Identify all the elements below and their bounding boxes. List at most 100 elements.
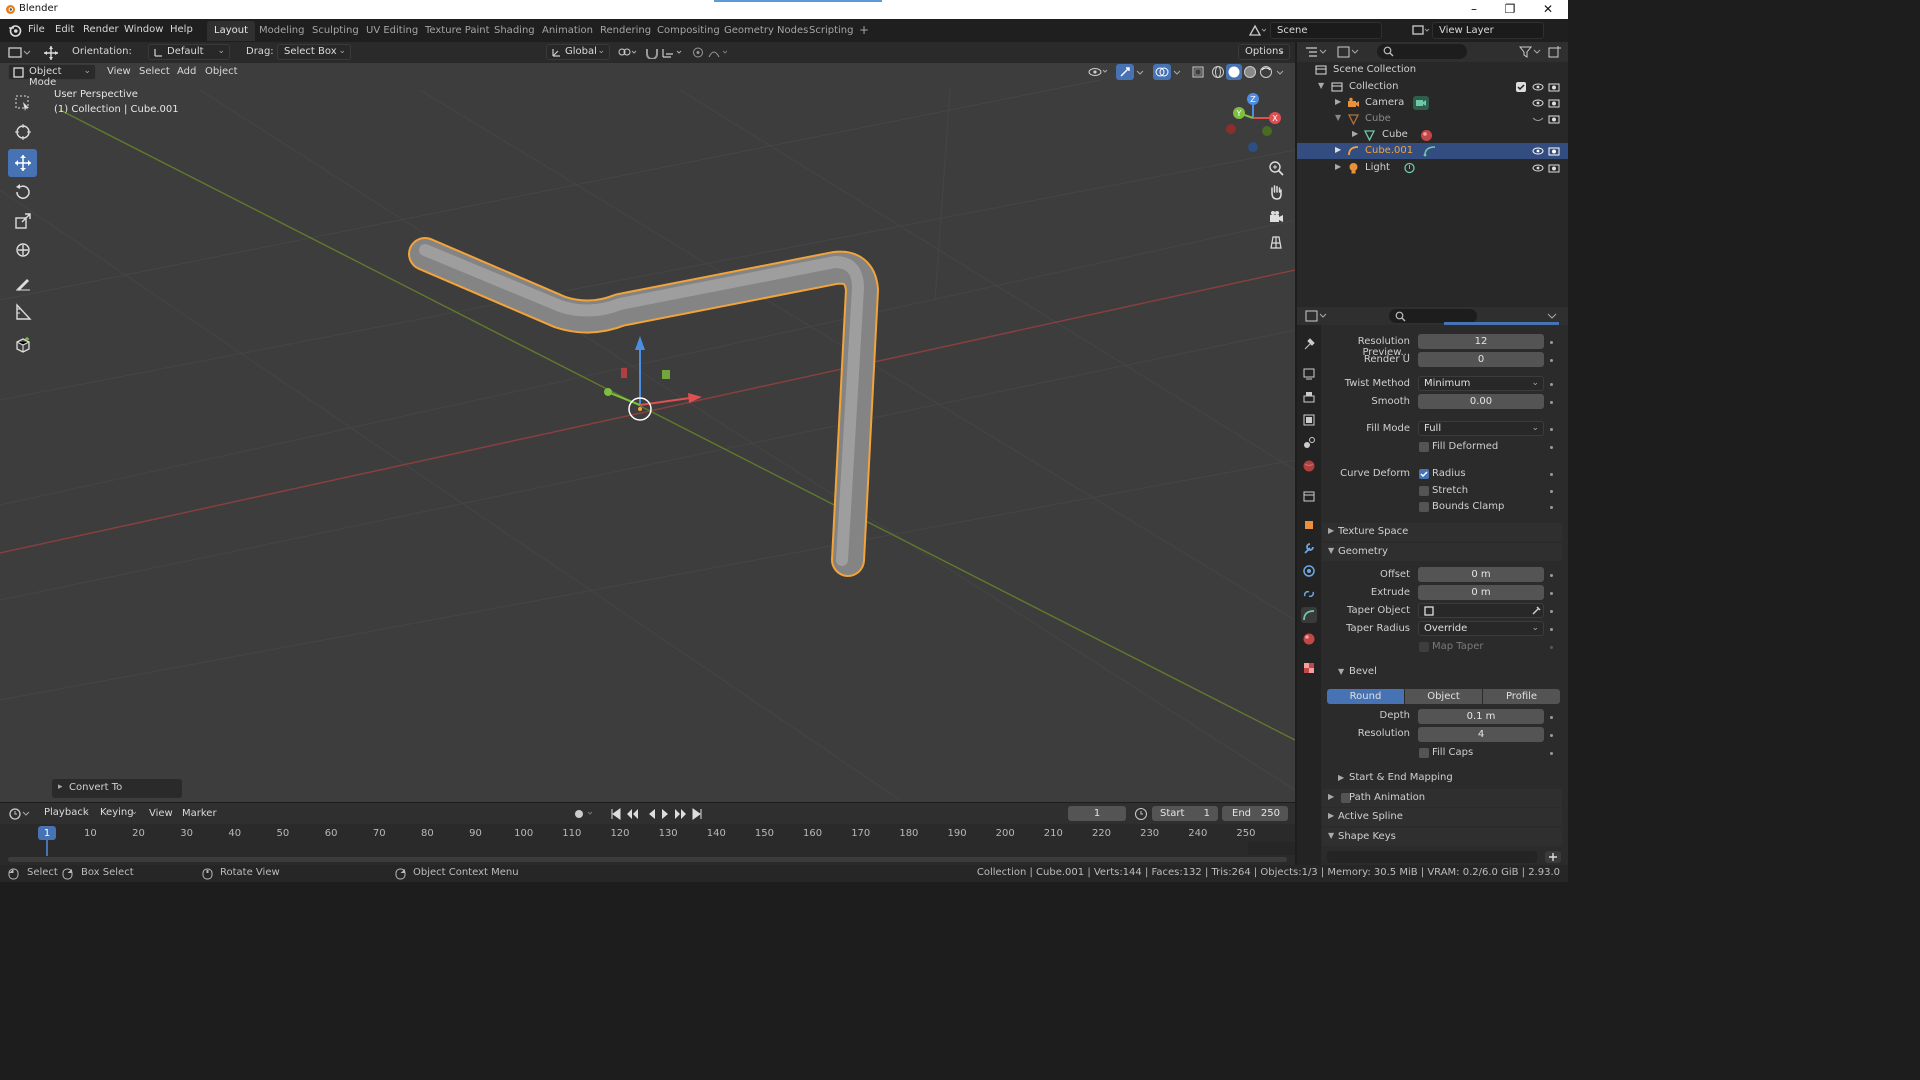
tab-modifiers[interactable] bbox=[1301, 540, 1317, 556]
proportional-edit-icon[interactable] bbox=[692, 46, 704, 59]
outliner-row-light[interactable]: ▶ Light bbox=[1297, 160, 1568, 176]
perspective-toggle-button[interactable] bbox=[1263, 231, 1289, 253]
menu-file[interactable]: File bbox=[28, 24, 45, 35]
tab-layout[interactable]: Layout bbox=[207, 21, 255, 41]
menu-help[interactable]: Help bbox=[170, 24, 193, 35]
outliner-row-collection[interactable]: ▼ Collection bbox=[1297, 79, 1568, 95]
mode-dropdown[interactable]: Object Mode ⌄ bbox=[8, 64, 96, 88]
tool-transform[interactable] bbox=[8, 236, 37, 264]
viewport-menu-object[interactable]: Object bbox=[205, 66, 238, 77]
timeline-menu-view[interactable]: View bbox=[149, 808, 173, 819]
tool-annotate[interactable] bbox=[8, 269, 37, 297]
tab-physics[interactable] bbox=[1301, 563, 1317, 579]
eye-icon[interactable] bbox=[1532, 146, 1544, 156]
material-preview-icon[interactable] bbox=[1243, 65, 1257, 79]
bevel-object-button[interactable]: Object bbox=[1405, 689, 1482, 704]
move-tool-icon[interactable] bbox=[42, 45, 60, 61]
tool-move[interactable] bbox=[8, 149, 37, 177]
transform-orientation-dropdown[interactable]: Global ⌄ bbox=[546, 44, 610, 60]
tool-select-box[interactable] bbox=[8, 89, 37, 117]
fill-deformed-checkbox[interactable] bbox=[1419, 442, 1429, 452]
editor-type-icon[interactable] bbox=[8, 46, 32, 60]
timeline-menu-marker[interactable]: Marker bbox=[182, 808, 217, 819]
minimize-button[interactable]: – bbox=[1456, 1, 1492, 18]
bevel-round-button[interactable]: Round bbox=[1327, 689, 1404, 704]
playback-controls[interactable] bbox=[610, 808, 706, 820]
menu-window[interactable]: Window bbox=[124, 24, 163, 35]
tab-geometry-nodes[interactable]: Geometry Nodes bbox=[717, 21, 815, 41]
map-taper-checkbox[interactable] bbox=[1419, 642, 1429, 652]
smooth-field[interactable]: 0.00 bbox=[1418, 394, 1544, 409]
start-frame-field[interactable]: Start 1 bbox=[1152, 806, 1218, 821]
scene-icon[interactable] bbox=[1248, 24, 1266, 37]
options-dropdown-icon[interactable] bbox=[1547, 311, 1557, 321]
tab-compositing[interactable]: Compositing bbox=[650, 21, 727, 41]
tab-constraints[interactable] bbox=[1301, 586, 1317, 602]
resolution-preview-field[interactable]: 12 bbox=[1418, 334, 1544, 349]
timeline-scrollbar[interactable] bbox=[8, 857, 1287, 862]
end-frame-field[interactable]: End 250 bbox=[1222, 806, 1288, 821]
orientation-dropdown[interactable]: Default ⌄ bbox=[148, 44, 230, 60]
properties-editor-type-icon[interactable] bbox=[1305, 309, 1329, 323]
taper-radius-select[interactable]: Override ⌄ bbox=[1418, 621, 1544, 636]
eye-icon[interactable] bbox=[1532, 98, 1544, 108]
tab-material[interactable] bbox=[1301, 631, 1317, 647]
eye-icon[interactable] bbox=[1532, 163, 1544, 173]
render-camera-icon[interactable] bbox=[1548, 97, 1560, 109]
filter-icon[interactable] bbox=[1519, 45, 1543, 59]
keyframe-dot[interactable] bbox=[1550, 610, 1553, 613]
tool-cursor[interactable] bbox=[8, 118, 37, 146]
add-shape-key-button[interactable] bbox=[1545, 851, 1561, 863]
keying-menu[interactable]: Keying ⌄ bbox=[94, 806, 142, 822]
menu-render[interactable]: Render bbox=[83, 24, 119, 35]
gizmo-dropdown-icon[interactable] bbox=[1136, 66, 1146, 78]
tab-collection[interactable] bbox=[1301, 488, 1317, 504]
bevel-subpanel-label[interactable]: Bevel bbox=[1349, 666, 1377, 677]
snap-icon[interactable] bbox=[645, 46, 659, 59]
outliner-row-camera[interactable]: ▶ Camera bbox=[1297, 95, 1568, 111]
start-end-mapping-label[interactable]: Start & End Mapping bbox=[1349, 772, 1453, 783]
render-u-field[interactable]: 0 bbox=[1418, 352, 1544, 367]
extrude-field[interactable]: 0 m bbox=[1418, 585, 1544, 600]
depth-field[interactable]: 0.1 m bbox=[1418, 709, 1544, 724]
pivot-point-icon[interactable] bbox=[617, 46, 639, 59]
current-frame-field[interactable]: 1 bbox=[1068, 806, 1126, 821]
last-operator-panel[interactable]: ▸ Convert To bbox=[52, 779, 182, 798]
options-dropdown[interactable]: Options ⌄ bbox=[1238, 44, 1290, 60]
offset-field[interactable]: 0 m bbox=[1418, 567, 1544, 582]
stretch-checkbox[interactable] bbox=[1419, 486, 1429, 496]
add-workspace-button[interactable]: + bbox=[852, 21, 876, 41]
tab-output[interactable] bbox=[1301, 389, 1317, 405]
keyframe-dot[interactable] bbox=[1550, 734, 1553, 737]
outliner-editor-type-icon[interactable] bbox=[1305, 45, 1329, 59]
tab-view-layer[interactable] bbox=[1301, 412, 1317, 428]
fill-caps-checkbox[interactable] bbox=[1419, 748, 1429, 758]
keyframe-dot[interactable] bbox=[1550, 428, 1553, 431]
outliner-row-cube[interactable]: ▼ Cube bbox=[1297, 111, 1568, 127]
keyframe-dot[interactable] bbox=[1550, 490, 1553, 493]
keyframe-dot[interactable] bbox=[1550, 646, 1553, 649]
keyframe-dot[interactable] bbox=[1550, 628, 1553, 631]
view-layer-icon[interactable] bbox=[1412, 24, 1430, 37]
eye-icon[interactable] bbox=[1532, 82, 1544, 92]
keyframe-dot[interactable] bbox=[1550, 383, 1553, 386]
render-camera-icon[interactable] bbox=[1548, 145, 1560, 157]
keyframe-dot[interactable] bbox=[1550, 592, 1553, 595]
blender-menu-icon[interactable] bbox=[8, 24, 22, 37]
tool-scale[interactable] bbox=[8, 207, 37, 235]
tab-animation[interactable]: Animation bbox=[535, 21, 600, 41]
outliner-row-cube-mesh[interactable]: ▶ Cube bbox=[1297, 127, 1568, 143]
playback-menu[interactable]: Playback ⌄ bbox=[38, 806, 94, 822]
eye-closed-icon[interactable] bbox=[1532, 114, 1544, 124]
texture-space-panel-header[interactable]: ▶ Texture Space bbox=[1322, 523, 1562, 541]
tab-rendering[interactable]: Rendering bbox=[593, 21, 658, 41]
gizmo-toggle-button[interactable] bbox=[1116, 64, 1134, 80]
camera-view-button[interactable] bbox=[1263, 206, 1289, 228]
tab-curve-data[interactable] bbox=[1301, 607, 1317, 623]
eyedropper-icon[interactable] bbox=[1531, 605, 1542, 616]
tab-world[interactable] bbox=[1301, 458, 1317, 474]
viewport-menu-view[interactable]: View bbox=[107, 66, 131, 77]
render-camera-icon[interactable] bbox=[1548, 113, 1560, 125]
keyframe-dot[interactable] bbox=[1550, 574, 1553, 577]
tab-render[interactable] bbox=[1301, 365, 1317, 381]
